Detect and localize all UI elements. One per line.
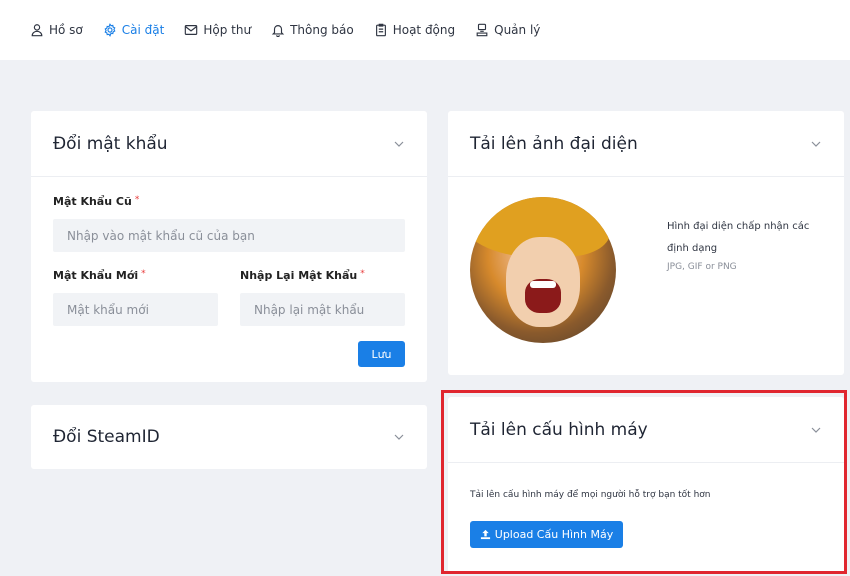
chevron-down-icon[interactable] [393, 138, 405, 150]
nav-item-label: Hộp thư [203, 23, 252, 37]
nav-item-label: Cài đặt [121, 23, 165, 37]
upload-config-label: Upload Cấu Hình Máy [494, 528, 614, 541]
change-steamid-card: Đổi SteamID [31, 405, 427, 469]
avatar-formats: JPG, GIF or PNG [667, 262, 737, 272]
old-password-label: Mật Khẩu Cũ * [53, 195, 139, 208]
user-icon [31, 24, 43, 37]
card-header[interactable]: Tải lên cấu hình máy [448, 397, 844, 463]
card-title: Đổi SteamID [53, 427, 160, 447]
upload-icon [480, 529, 490, 540]
new-password-label-text: Mật Khẩu Mới [53, 269, 139, 282]
avatar[interactable] [470, 197, 616, 343]
card-title: Tải lên cấu hình máy [470, 419, 648, 440]
card-header[interactable]: Tải lên ảnh đại diện [448, 111, 844, 177]
required-mark: * [134, 195, 140, 205]
change-password-card: Đổi mật khẩu Mật Khẩu Cũ* Mật Khẩu Mới* … [31, 111, 427, 382]
avatar-info-text: Hình đại diện chấp nhận các định dạng [667, 221, 810, 254]
nav-item-admin[interactable]: Quản lý [475, 23, 540, 37]
config-description: Tải lên cấu hình máy để mọi người hỗ trợ… [470, 490, 711, 500]
chevron-down-icon[interactable] [393, 431, 405, 443]
clipboard-icon [375, 23, 386, 37]
gear-icon [104, 23, 116, 37]
admin-icon [476, 23, 488, 37]
nav-item-profile[interactable]: Hồ sơ [30, 23, 83, 37]
nav-item-label: Hồ sơ [49, 23, 83, 37]
upload-config-button[interactable]: Upload Cấu Hình Máy [470, 521, 623, 548]
old-password-input[interactable] [53, 219, 405, 252]
avatar-teeth [530, 281, 556, 288]
avatar-upload-card: Tải lên ảnh đại diện Hình đại diện chấp … [448, 111, 844, 375]
top-nav: Hồ sơ Cài đặt Hộp thư Thông báo Hoạt độn… [0, 0, 850, 60]
nav-item-label: Thông báo [290, 23, 354, 37]
card-header[interactable]: Đổi mật khẩu [31, 111, 427, 177]
nav-item-label: Quản lý [494, 23, 541, 37]
card-header[interactable]: Đổi SteamID [31, 405, 427, 469]
nav-item-settings[interactable]: Cài đặt [103, 23, 165, 37]
nav-item-label: Hoạt động [392, 23, 456, 37]
config-upload-card: Tải lên cấu hình máy Tải lên cấu hình má… [448, 397, 844, 573]
new-password-label: Mật Khẩu Mới * [53, 269, 146, 282]
nav-item-activity[interactable]: Hoạt động [374, 23, 455, 37]
nav-item-inbox[interactable]: Hộp thư [184, 23, 251, 37]
old-password-label-text: Mật Khẩu Cũ [53, 195, 132, 208]
chevron-down-icon[interactable] [810, 138, 822, 150]
required-mark: * [360, 269, 365, 279]
required-mark: * [141, 269, 146, 279]
confirm-password-label-text: Nhập Lại Mật Khẩu [240, 269, 358, 282]
chevron-down-icon[interactable] [810, 424, 822, 436]
card-title: Đổi mật khẩu [53, 133, 168, 154]
bell-icon [271, 25, 285, 37]
card-title: Tải lên ảnh đại diện [470, 133, 638, 154]
save-button[interactable]: Lưu [358, 341, 405, 367]
new-password-input[interactable] [53, 293, 218, 326]
confirm-password-label: Nhập Lại Mật Khẩu * [240, 269, 365, 282]
mail-icon [185, 25, 198, 35]
nav-item-notifications[interactable]: Thông báo [271, 23, 354, 37]
confirm-password-input[interactable] [240, 293, 405, 326]
